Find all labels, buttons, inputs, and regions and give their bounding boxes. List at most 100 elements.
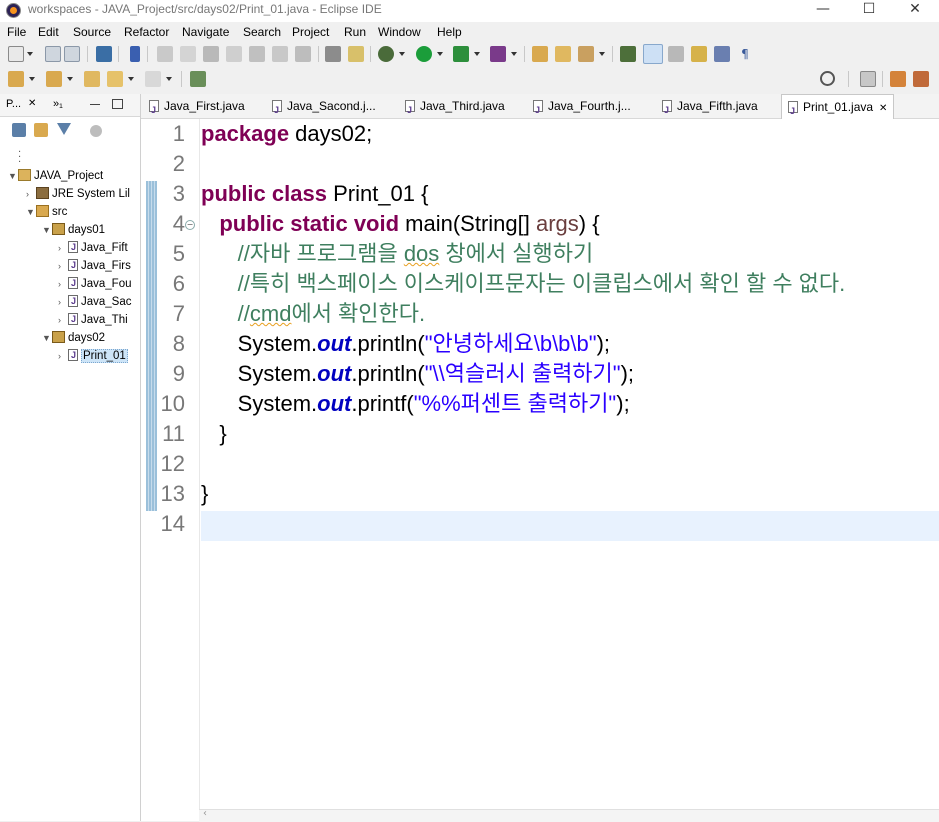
open-perspective-icon[interactable] [860,71,876,87]
resume-icon[interactable] [157,46,173,62]
block-selection-icon[interactable] [668,46,684,62]
coverage-dropdown-icon[interactable] [474,52,480,56]
chevron-down-icon[interactable]: ▼ [26,204,36,221]
menu-window[interactable]: Window [378,25,421,39]
terminal-icon[interactable] [96,46,112,62]
disconnect-icon[interactable] [226,46,242,62]
pin-editor-icon[interactable] [190,71,206,87]
tree-node-days02[interactable]: ▼ days02 [42,330,105,347]
chevron-right-icon[interactable]: › [26,186,36,203]
maximize-view-icon[interactable] [112,99,123,109]
menu-navigate[interactable]: Navigate [182,25,229,39]
previous-annotation-icon[interactable] [46,71,62,87]
menu-refactor[interactable]: Refactor [124,25,169,39]
coverage-icon[interactable] [453,46,469,62]
search-tool-icon[interactable] [578,46,594,62]
step-into-icon[interactable] [249,46,265,62]
skip-breakpoints-icon[interactable] [130,46,140,62]
tree-node-file[interactable]: ›Java_Sac [58,293,132,311]
external-tools-dropdown-icon[interactable] [511,52,517,56]
view-menu-icon[interactable]: · · · [18,148,21,168]
back-icon[interactable] [107,71,123,87]
tree-node-file[interactable]: ›Java_Thi [58,311,128,329]
paragraph-icon[interactable]: ¶ [737,46,753,62]
tree-node-project[interactable]: ▼ JAVA_Project [8,168,103,185]
step-return-icon[interactable] [295,46,311,62]
minimize-view-icon[interactable] [90,104,100,105]
tree-node-src[interactable]: ▼ src [26,204,67,221]
fold-collapse-icon[interactable]: − [185,220,195,230]
tree-node-file[interactable]: ›Java_Fou [58,275,132,293]
chevron-right-icon[interactable]: › [58,258,68,275]
focus-icon[interactable] [90,125,102,137]
menu-search[interactable]: Search [243,25,281,39]
menu-project[interactable]: Project [292,25,329,39]
back-dropdown-icon[interactable] [128,77,134,81]
tab-print-01[interactable]: Print_01.java✕ [781,94,895,123]
terminate-icon[interactable] [203,46,219,62]
save-icon[interactable] [45,46,61,62]
collapse-all-icon[interactable] [12,123,26,137]
tab-java-fifth[interactable]: Java_Fifth.java [662,94,758,122]
close-icon[interactable]: ✕ [28,98,36,109]
tree-node-file[interactable]: ›Java_Fift [58,239,128,257]
chevron-down-icon[interactable]: ▼ [42,222,52,239]
forward-dropdown-icon[interactable] [166,77,172,81]
new-java-package-icon[interactable] [532,46,548,62]
chevron-right-icon[interactable]: › [58,348,68,365]
close-icon[interactable]: ✕ [879,103,887,114]
toggle-mark-icon[interactable] [620,46,636,62]
tab-java-fourth[interactable]: Java_Fourth.j... [533,94,631,122]
tree-node-jre[interactable]: › JRE System Lil [26,186,130,203]
next-annotation-icon[interactable] [8,71,24,87]
tab-java-first[interactable]: Java_First.java [149,94,245,122]
suspend-icon[interactable] [180,46,196,62]
chevron-down-icon[interactable]: ▼ [8,168,18,185]
new-dropdown-icon[interactable] [27,52,33,56]
highlight-icon[interactable] [643,44,663,64]
show-list-icon[interactable] [714,46,730,62]
tree-node-file-selected[interactable]: ›Print_01 [58,347,128,365]
forward-icon[interactable] [145,71,161,87]
previous-annotation-dropdown-icon[interactable] [67,77,73,81]
link-with-editor-icon[interactable] [34,123,48,137]
next-annotation-dropdown-icon[interactable] [29,77,35,81]
new-icon[interactable] [8,46,24,62]
debug-icon[interactable] [378,46,394,62]
minimize-button[interactable]: — [800,0,846,22]
editor-body[interactable]: 1 2 3 4 − 5 6 7 8 9 10 11 12 13 14 packa… [141,119,939,822]
tree-node-days01[interactable]: ▼ days01 [42,222,105,239]
chevron-right-icon[interactable]: › [58,312,68,329]
debug-dropdown-icon[interactable] [399,52,405,56]
tab-java-third[interactable]: Java_Third.java [405,94,505,122]
show-whitespace-icon[interactable] [691,46,707,62]
run-icon[interactable] [416,46,432,62]
java-ee-perspective-icon[interactable] [890,71,906,87]
close-button[interactable]: ✕ [892,0,938,22]
menu-file[interactable]: File [7,25,26,39]
menu-source[interactable]: Source [73,25,111,39]
more-tabs-icon[interactable]: »₁ [53,98,63,110]
scroll-left-icon[interactable]: ‹ [203,808,207,819]
chevron-right-icon[interactable]: › [58,240,68,257]
save-all-icon[interactable] [64,46,80,62]
tab-java-sacond[interactable]: Java_Sacond.j... [272,94,376,122]
chevron-down-icon[interactable]: ▼ [42,330,52,347]
last-edit-location-icon[interactable] [84,71,100,87]
search-icon[interactable] [820,71,835,86]
java-perspective-icon[interactable] [913,71,929,87]
filter-icon[interactable] [57,123,71,135]
chevron-right-icon[interactable]: › [58,276,68,293]
chevron-right-icon[interactable]: › [58,294,68,311]
tree-node-file[interactable]: ›Java_Firs [58,257,131,275]
menu-run[interactable]: Run [344,25,366,39]
tab-package-explorer[interactable]: P... [6,98,21,110]
menu-help[interactable]: Help [437,25,462,39]
run-dropdown-icon[interactable] [437,52,443,56]
external-tools-icon[interactable] [490,46,506,62]
step-over-icon[interactable] [272,46,288,62]
maximize-button[interactable]: ☐ [846,0,892,22]
drop-to-frame-icon[interactable] [325,46,341,62]
search-dropdown-icon[interactable] [599,52,605,56]
code-text-area[interactable]: package days02; public class Print_01 { … [201,119,939,809]
